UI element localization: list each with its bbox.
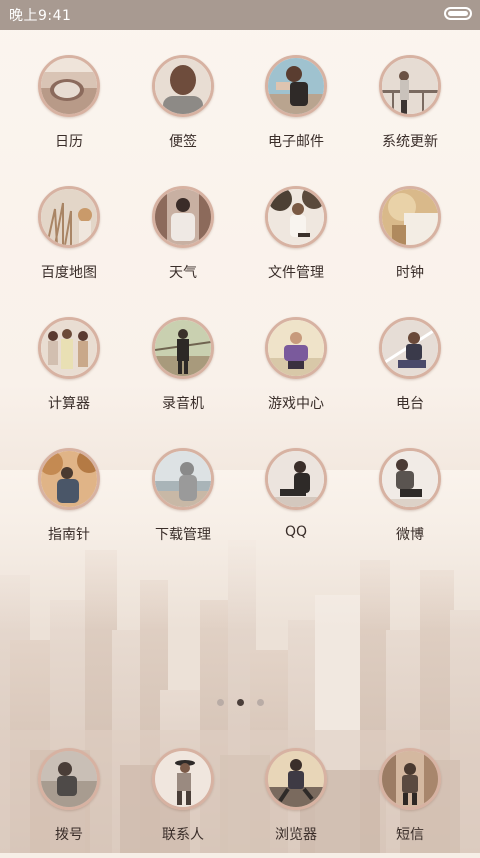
app-label-download-manager: 下载管理 bbox=[155, 527, 211, 543]
app-weibo[interactable]: 微博 bbox=[360, 448, 460, 558]
railing-photo-icon bbox=[379, 55, 441, 117]
app-baidu-map[interactable]: 百度地图 bbox=[19, 186, 119, 296]
dry-grass-photo-icon bbox=[38, 186, 100, 248]
app-label-radio: 电台 bbox=[396, 396, 424, 412]
page-dot-2-active[interactable] bbox=[237, 699, 244, 706]
dock-app-messages[interactable]: 短信 bbox=[360, 748, 460, 858]
page-indicator[interactable] bbox=[214, 699, 266, 709]
app-label-game-center: 游戏中心 bbox=[268, 396, 324, 412]
app-label-weather: 天气 bbox=[169, 265, 197, 281]
group-photo-icon bbox=[38, 317, 100, 379]
app-label-compass: 指南针 bbox=[48, 527, 90, 543]
dock-app-browser[interactable]: 浏览器 bbox=[246, 748, 346, 858]
dock-label-dialer: 拨号 bbox=[55, 827, 83, 843]
blurred-warm-photo-icon bbox=[379, 186, 441, 248]
status-time: 晚上9:41 bbox=[9, 8, 72, 24]
app-game-center[interactable]: 游戏中心 bbox=[246, 317, 346, 427]
app-compass[interactable]: 指南针 bbox=[19, 448, 119, 558]
app-qq[interactable]: QQ bbox=[246, 448, 346, 558]
app-file-manager[interactable]: 文件管理 bbox=[246, 186, 346, 296]
app-clock[interactable]: 时钟 bbox=[360, 186, 460, 296]
sitting-photo-icon bbox=[265, 448, 327, 510]
app-label-recorder: 录音机 bbox=[162, 396, 204, 412]
dock-label-browser: 浏览器 bbox=[275, 827, 317, 843]
trees-photo-icon bbox=[265, 186, 327, 248]
app-notes[interactable]: 便签 bbox=[133, 55, 233, 165]
app-download-manager[interactable]: 下载管理 bbox=[133, 448, 233, 558]
battery-icon bbox=[444, 7, 472, 20]
app-label-notes: 便签 bbox=[169, 134, 197, 150]
app-label-weibo: 微博 bbox=[396, 527, 424, 543]
app-label-calendar: 日历 bbox=[55, 134, 83, 150]
app-calendar[interactable]: 日历 bbox=[19, 55, 119, 165]
app-label-calculator: 计算器 bbox=[48, 396, 90, 412]
app-label-file-manager: 文件管理 bbox=[268, 265, 324, 281]
car-mirror-photo-icon bbox=[38, 55, 100, 117]
hat-man-photo-icon bbox=[38, 748, 100, 810]
app-label-email: 电子邮件 bbox=[268, 134, 324, 150]
dock-app-contacts[interactable]: 联系人 bbox=[133, 748, 233, 858]
person-photo-icon bbox=[265, 55, 327, 117]
walkway-photo-icon bbox=[152, 317, 214, 379]
app-label-qq: QQ bbox=[284, 524, 308, 540]
purple-shirt-photo-icon bbox=[265, 317, 327, 379]
app-radio[interactable]: 电台 bbox=[360, 317, 460, 427]
app-calculator[interactable]: 计算器 bbox=[19, 317, 119, 427]
app-label-baidu-map: 百度地图 bbox=[41, 265, 97, 281]
status-bar: 晚上9:41 bbox=[0, 0, 480, 30]
crouching-photo-icon bbox=[379, 448, 441, 510]
back-of-head-photo-icon bbox=[152, 55, 214, 117]
dock-label-contacts: 联系人 bbox=[162, 827, 204, 843]
street-walk-photo-icon bbox=[379, 748, 441, 810]
road-photo-icon bbox=[379, 317, 441, 379]
page-dot-3[interactable] bbox=[257, 699, 264, 706]
app-system-update[interactable]: 系统更新 bbox=[360, 55, 460, 165]
autumn-photo-icon bbox=[38, 448, 100, 510]
street-back-photo-icon bbox=[152, 186, 214, 248]
hat-woman-photo-icon bbox=[152, 748, 214, 810]
app-weather[interactable]: 天气 bbox=[133, 186, 233, 296]
dock-app-dialer[interactable]: 拨号 bbox=[19, 748, 119, 858]
page-dot-1[interactable] bbox=[217, 699, 224, 706]
sea-hoodie-photo-icon bbox=[152, 448, 214, 510]
jump-photo-icon bbox=[265, 748, 327, 810]
app-label-system-update: 系统更新 bbox=[382, 134, 438, 150]
app-email[interactable]: 电子邮件 bbox=[246, 55, 346, 165]
dock-label-messages: 短信 bbox=[396, 827, 424, 843]
app-recorder[interactable]: 录音机 bbox=[133, 317, 233, 427]
app-label-clock: 时钟 bbox=[396, 265, 424, 281]
